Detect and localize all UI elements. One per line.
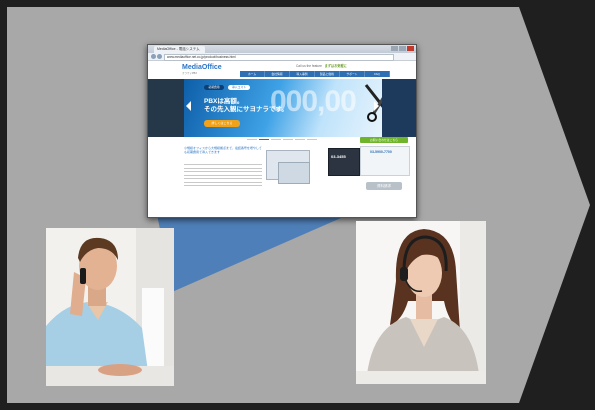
call-us-label: Call us the feature (296, 64, 322, 68)
hero-banner: 000,00 初期費用 導入コスト PBXは高額。 その先入観にサヨナラです。 … (148, 79, 416, 137)
side-phone-number: 03-5900-7700 (370, 150, 392, 154)
nav-item-support[interactable]: サポート (340, 71, 365, 77)
man-on-phone-photo (46, 228, 174, 386)
man-on-phone-image (46, 228, 174, 386)
body-text-lines (184, 164, 262, 189)
phone-box (328, 148, 360, 176)
hero-headline-line1: PBXは高額。 (204, 98, 244, 105)
forward-icon[interactable] (157, 54, 162, 59)
slider-dot[interactable] (307, 138, 317, 141)
url-field[interactable]: www.mediaoffice.net.co.jp/product/busine… (164, 54, 394, 61)
maximize-icon[interactable] (399, 46, 406, 51)
slide: MediaOffice - 電話システム www.mediaoffice.net… (0, 0, 595, 410)
phone-number: 03-3455 (331, 154, 346, 159)
hero-cta-button[interactable]: 詳しくはこちら (204, 120, 240, 127)
site-logo-subtitle: クラウドPBX (182, 72, 198, 75)
product-screenshot-overlay (278, 162, 310, 184)
funnel-polygon (157, 214, 350, 292)
slider-dot-active[interactable] (259, 138, 269, 141)
contact-bar[interactable]: お問い合わせはこちら (360, 137, 408, 143)
site-nav: ホーム 会社情報 導入事例 製品と価格 サポート FAQ (240, 71, 390, 77)
site-logo[interactable]: MediaOffice クラウドPBX (182, 64, 222, 75)
slider-dot[interactable] (295, 138, 305, 141)
site-content: お問い合わせはこちら 小規模オフィスから大規模拠点まで、電話番号を増やしても初期… (148, 137, 416, 217)
minimize-icon[interactable] (391, 46, 398, 51)
website-screenshot[interactable]: MediaOffice - 電話システム www.mediaoffice.net… (147, 44, 417, 218)
hero-headline-line2: その先入観にサヨナラです。 (204, 106, 288, 113)
woman-with-headset-photo (356, 221, 486, 384)
hero-next-slide (382, 79, 416, 137)
call-us-badge[interactable]: まずはお気軽に (325, 64, 347, 68)
promo-text: 小規模オフィスから大規模拠点まで、電話番号を増やしても初期費用で導入できます (184, 146, 262, 154)
woman-with-headset-image (356, 221, 486, 384)
hero-headline: PBXは高額。 その先入観にサヨナラです。 (204, 98, 288, 114)
hero-main-slide: 000,00 初期費用 導入コスト PBXは高額。 その先入観にサヨナラです。 … (184, 79, 395, 137)
close-icon[interactable] (407, 46, 414, 51)
hero-next-arrow-icon[interactable] (374, 101, 379, 111)
site-header: MediaOffice クラウドPBX Call us the feature … (148, 61, 416, 79)
slider-dot[interactable] (247, 138, 257, 141)
nav-item-faq[interactable]: FAQ (365, 71, 390, 77)
hero-pill-left: 初期費用 (204, 85, 224, 90)
browser-address-bar: www.mediaoffice.net.co.jp/product/busine… (148, 53, 416, 61)
back-icon[interactable] (151, 54, 156, 59)
nav-item-company[interactable]: 会社情報 (265, 71, 290, 77)
hero-prev-arrow-icon[interactable] (186, 101, 191, 111)
browser-tab-bar: MediaOffice - 電話システム (148, 45, 416, 53)
nav-item-products[interactable]: 製品と価格 (315, 71, 340, 77)
nav-item-cases[interactable]: 導入事例 (290, 71, 315, 77)
slider-dot[interactable] (283, 138, 293, 141)
hero-prev-slide (148, 79, 184, 137)
browser-tab[interactable]: MediaOffice - 電話システム (154, 46, 205, 53)
side-request-button[interactable]: 資料請求 (366, 182, 402, 190)
site-logo-text: MediaOffice (182, 64, 222, 71)
window-controls (391, 46, 414, 51)
slider-dot[interactable] (271, 138, 281, 141)
call-us-text: Call us the feature まずはお気軽に (296, 63, 347, 68)
nav-item-home[interactable]: ホーム (240, 71, 265, 77)
hero-pill-right: 導入コスト (228, 85, 250, 90)
